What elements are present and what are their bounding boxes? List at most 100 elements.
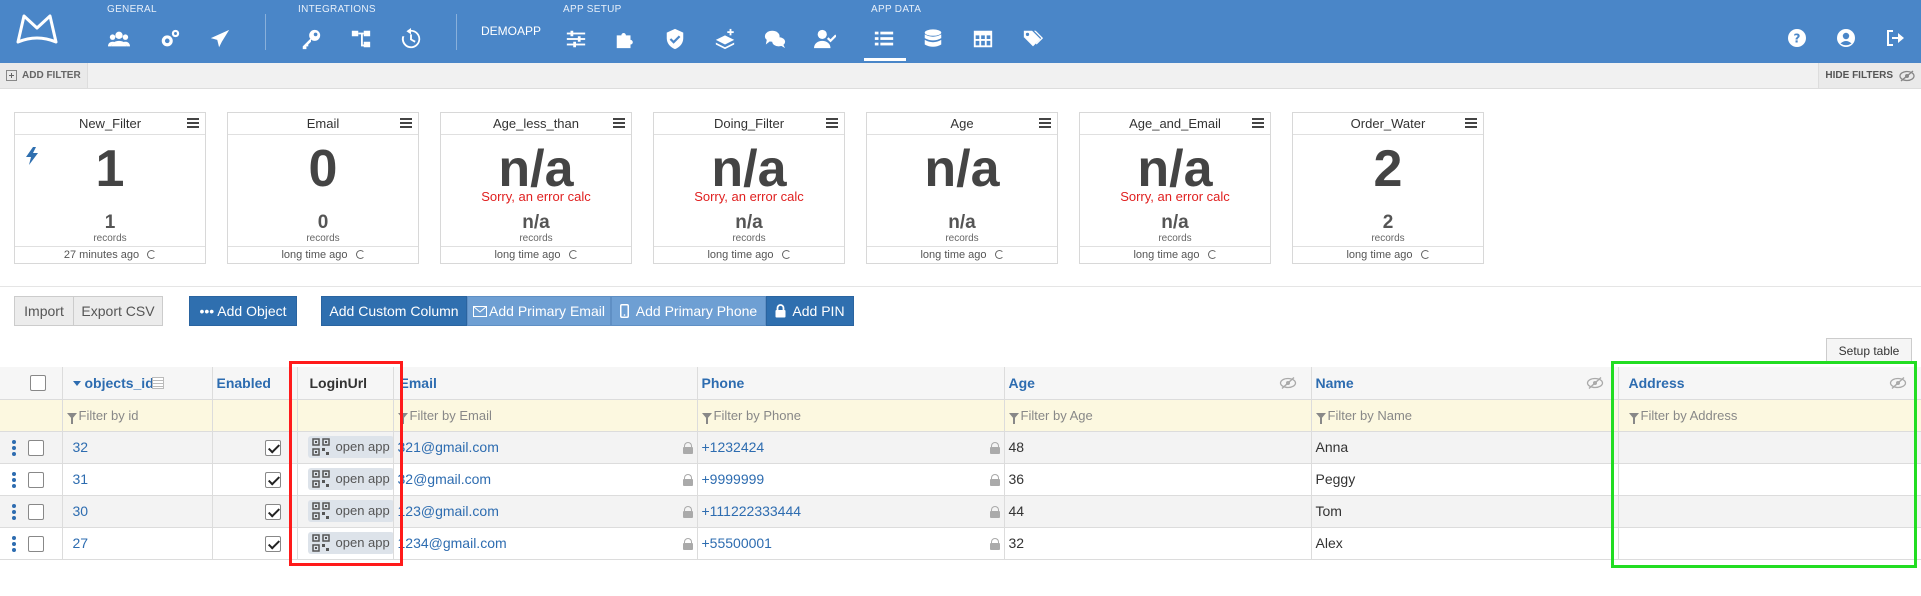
gears-icon[interactable] xyxy=(157,26,183,52)
history-icon[interactable] xyxy=(398,26,424,52)
cell-id[interactable]: 27 xyxy=(62,527,213,560)
cell-age[interactable]: 32 xyxy=(1004,527,1312,560)
user-check-icon[interactable] xyxy=(812,26,838,52)
enabled-checkbox[interactable] xyxy=(264,471,281,488)
filter-name-input[interactable]: Filter by Name xyxy=(1311,399,1619,432)
cell-id[interactable]: 30 xyxy=(62,495,213,528)
hamburger-menu-icon[interactable] xyxy=(1039,118,1051,128)
eye-slash-icon[interactable] xyxy=(1279,376,1297,390)
filter-card[interactable]: Order_Water 2 2 records long time ago xyxy=(1292,112,1484,264)
filter-address-input[interactable]: Filter by Address xyxy=(1618,399,1921,432)
column-header-age[interactable]: Age xyxy=(1004,367,1312,400)
filter-card[interactable]: Age_less_than n/a Sorry, an error calc n… xyxy=(440,112,632,264)
column-header-enabled[interactable]: Enabled xyxy=(212,367,298,400)
refresh-icon[interactable] xyxy=(1420,250,1430,259)
refresh-icon[interactable] xyxy=(355,250,365,259)
column-header-phone[interactable]: Phone xyxy=(697,367,1005,400)
add-primary-phone-button[interactable]: Add Primary Phone xyxy=(611,296,766,326)
open-app-button[interactable]: open app xyxy=(307,435,392,458)
key-icon[interactable] xyxy=(298,26,324,52)
add-primary-email-button[interactable]: Add Primary Email xyxy=(467,296,611,326)
app-logo[interactable] xyxy=(16,12,58,46)
refresh-icon[interactable] xyxy=(147,250,157,259)
cell-loginurl[interactable]: open app xyxy=(297,463,394,496)
row-actions-icon[interactable] xyxy=(12,471,16,488)
account-icon[interactable] xyxy=(1836,28,1856,48)
column-header-address[interactable]: Address xyxy=(1618,367,1921,400)
row-checkbox[interactable] xyxy=(28,535,44,552)
puzzle-icon[interactable] xyxy=(612,26,638,52)
refresh-icon[interactable] xyxy=(1207,250,1217,259)
column-header-loginurl[interactable]: LoginUrl xyxy=(297,367,394,400)
cell-age[interactable]: 36 xyxy=(1004,463,1312,496)
enabled-checkbox[interactable] xyxy=(264,503,281,520)
filter-card[interactable]: Email 0 0 records long time ago xyxy=(227,112,419,264)
cell-phone[interactable]: +111222333444 xyxy=(697,495,1005,528)
cell-name[interactable]: Peggy xyxy=(1311,463,1619,496)
setup-table-button[interactable]: Setup table xyxy=(1826,338,1912,364)
column-header-name[interactable]: Name xyxy=(1311,367,1619,400)
hamburger-menu-icon[interactable] xyxy=(1465,118,1477,128)
hide-filters-button[interactable]: HIDE FILTERS xyxy=(1818,63,1921,88)
refresh-icon[interactable] xyxy=(568,250,578,259)
cell-address[interactable] xyxy=(1618,495,1921,528)
cell-email[interactable]: 1234@gmail.com xyxy=(393,527,698,560)
eye-slash-icon[interactable] xyxy=(1889,376,1907,390)
cell-enabled[interactable] xyxy=(212,527,298,560)
cell-address[interactable] xyxy=(1618,463,1921,496)
database-icon[interactable] xyxy=(920,26,946,52)
open-app-button[interactable]: open app xyxy=(307,467,392,490)
chat-bubbles-icon[interactable] xyxy=(762,26,788,52)
add-pin-button[interactable]: Add PIN xyxy=(766,296,854,326)
cell-email[interactable]: 321@gmail.com xyxy=(393,431,698,464)
filter-card[interactable]: Doing_Filter n/a Sorry, an error calc n/… xyxy=(653,112,845,264)
row-checkbox[interactable] xyxy=(28,503,44,520)
sitemap-icon[interactable] xyxy=(348,26,374,52)
row-actions-icon[interactable] xyxy=(12,503,16,520)
table-row[interactable]: 27 open app 1234@gmail.com +55500001 32 … xyxy=(0,527,1921,560)
hamburger-menu-icon[interactable] xyxy=(613,118,625,128)
column-header-id[interactable]: objects_id xyxy=(62,367,213,400)
cell-name[interactable]: Anna xyxy=(1311,431,1619,464)
table-row[interactable]: 32 open app 321@gmail.com +1232424 48 An… xyxy=(0,431,1921,464)
cell-loginurl[interactable]: open app xyxy=(297,527,394,560)
cell-email[interactable]: 123@gmail.com xyxy=(393,495,698,528)
refresh-icon[interactable] xyxy=(781,250,791,259)
refresh-icon[interactable] xyxy=(994,250,1004,259)
enabled-checkbox[interactable] xyxy=(264,535,281,552)
cell-enabled[interactable] xyxy=(212,495,298,528)
filter-phone-input[interactable]: Filter by Phone xyxy=(697,399,1005,432)
cell-address[interactable] xyxy=(1618,431,1921,464)
filter-card[interactable]: New_Filter 1 1 records 27 minutes ago xyxy=(14,112,206,264)
cell-id[interactable]: 32 xyxy=(62,431,213,464)
table-icon[interactable] xyxy=(970,26,996,52)
cell-loginurl[interactable]: open app xyxy=(297,495,394,528)
table-row[interactable]: 30 open app 123@gmail.com +111222333444 … xyxy=(0,495,1921,528)
filter-card[interactable]: Age n/a n/a records long time ago xyxy=(866,112,1058,264)
hamburger-menu-icon[interactable] xyxy=(826,118,838,128)
cell-age[interactable]: 44 xyxy=(1004,495,1312,528)
cell-phone[interactable]: +55500001 xyxy=(697,527,1005,560)
sliders-icon[interactable] xyxy=(563,26,589,52)
filter-id-input[interactable]: Filter by id xyxy=(62,399,213,432)
logout-icon[interactable] xyxy=(1885,28,1905,48)
filter-age-input[interactable]: Filter by Age xyxy=(1004,399,1312,432)
hamburger-menu-icon[interactable] xyxy=(187,118,199,128)
hamburger-menu-icon[interactable] xyxy=(1252,118,1264,128)
cell-phone[interactable]: +1232424 xyxy=(697,431,1005,464)
cell-name[interactable]: Alex xyxy=(1311,527,1619,560)
row-checkbox[interactable] xyxy=(28,471,44,488)
filter-card[interactable]: Age_and_Email n/a Sorry, an error calc n… xyxy=(1079,112,1271,264)
column-drag-icon[interactable] xyxy=(151,377,164,389)
import-button[interactable]: Import xyxy=(14,296,74,326)
open-app-button[interactable]: open app xyxy=(307,499,392,522)
app-name[interactable]: DEMOAPP xyxy=(481,24,541,38)
filter-email-input[interactable]: Filter by Email xyxy=(393,399,698,432)
export-csv-button[interactable]: Export CSV xyxy=(74,296,163,326)
add-filter-button[interactable]: ADD FILTER xyxy=(0,63,88,88)
enabled-checkbox[interactable] xyxy=(264,439,281,456)
add-object-button[interactable]: ••• Add Object xyxy=(189,296,297,326)
help-icon[interactable]: ? xyxy=(1787,28,1807,48)
layers-plus-icon[interactable] xyxy=(712,26,738,52)
table-row[interactable]: 31 open app 32@gmail.com +9999999 36 Peg… xyxy=(0,463,1921,496)
